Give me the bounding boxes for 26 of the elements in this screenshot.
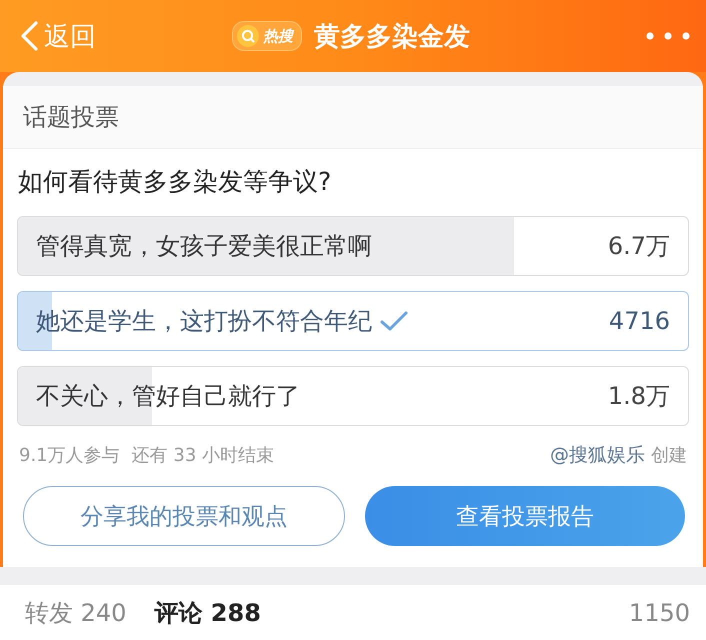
stat-tab[interactable]: 评论 288	[154, 596, 261, 628]
vote-count: 6.7万	[608, 231, 670, 262]
option-text: 她还是学生，这打扮不符合年纪	[36, 306, 372, 337]
page-title: 黄多多染金发	[314, 20, 470, 54]
hot-search-badge: 热搜	[232, 21, 302, 51]
participant-count: 9.1万人参与	[19, 444, 120, 467]
stat-tab[interactable]: 转发 240	[25, 596, 126, 628]
more-icon[interactable]	[646, 32, 690, 40]
vote-count: 1.8万	[608, 381, 670, 412]
search-icon	[237, 25, 259, 47]
poll-option[interactable]: 不关心，管好自己就行了 1.8万	[17, 366, 689, 426]
poll-question: 如何看待黄多多染发等争议?	[18, 166, 332, 198]
poll-option[interactable]: 她还是学生，这打扮不符合年纪 4716	[17, 291, 689, 351]
checkmark-icon	[380, 310, 408, 332]
created-label: 创建	[651, 444, 687, 467]
share-button[interactable]: 分享我的投票和观点	[23, 486, 345, 546]
time-remaining: 还有 33 小时结束	[132, 444, 274, 467]
option-text: 不关心，管好自己就行了	[36, 381, 300, 412]
poll-section-title: 话题投票	[23, 102, 119, 133]
back-chevron-icon	[20, 21, 38, 51]
poll-option[interactable]: 管得真宽，女孩子爱美很正常啊 6.7万	[17, 216, 689, 276]
creator-link[interactable]: @搜狐娱乐	[550, 442, 645, 468]
option-text: 管得真宽，女孩子爱美很正常啊	[36, 231, 372, 262]
vote-count: 4716	[608, 307, 670, 335]
stat-tab[interactable]: 1150	[628, 598, 690, 626]
view-report-button[interactable]: 查看投票报告	[365, 486, 685, 546]
